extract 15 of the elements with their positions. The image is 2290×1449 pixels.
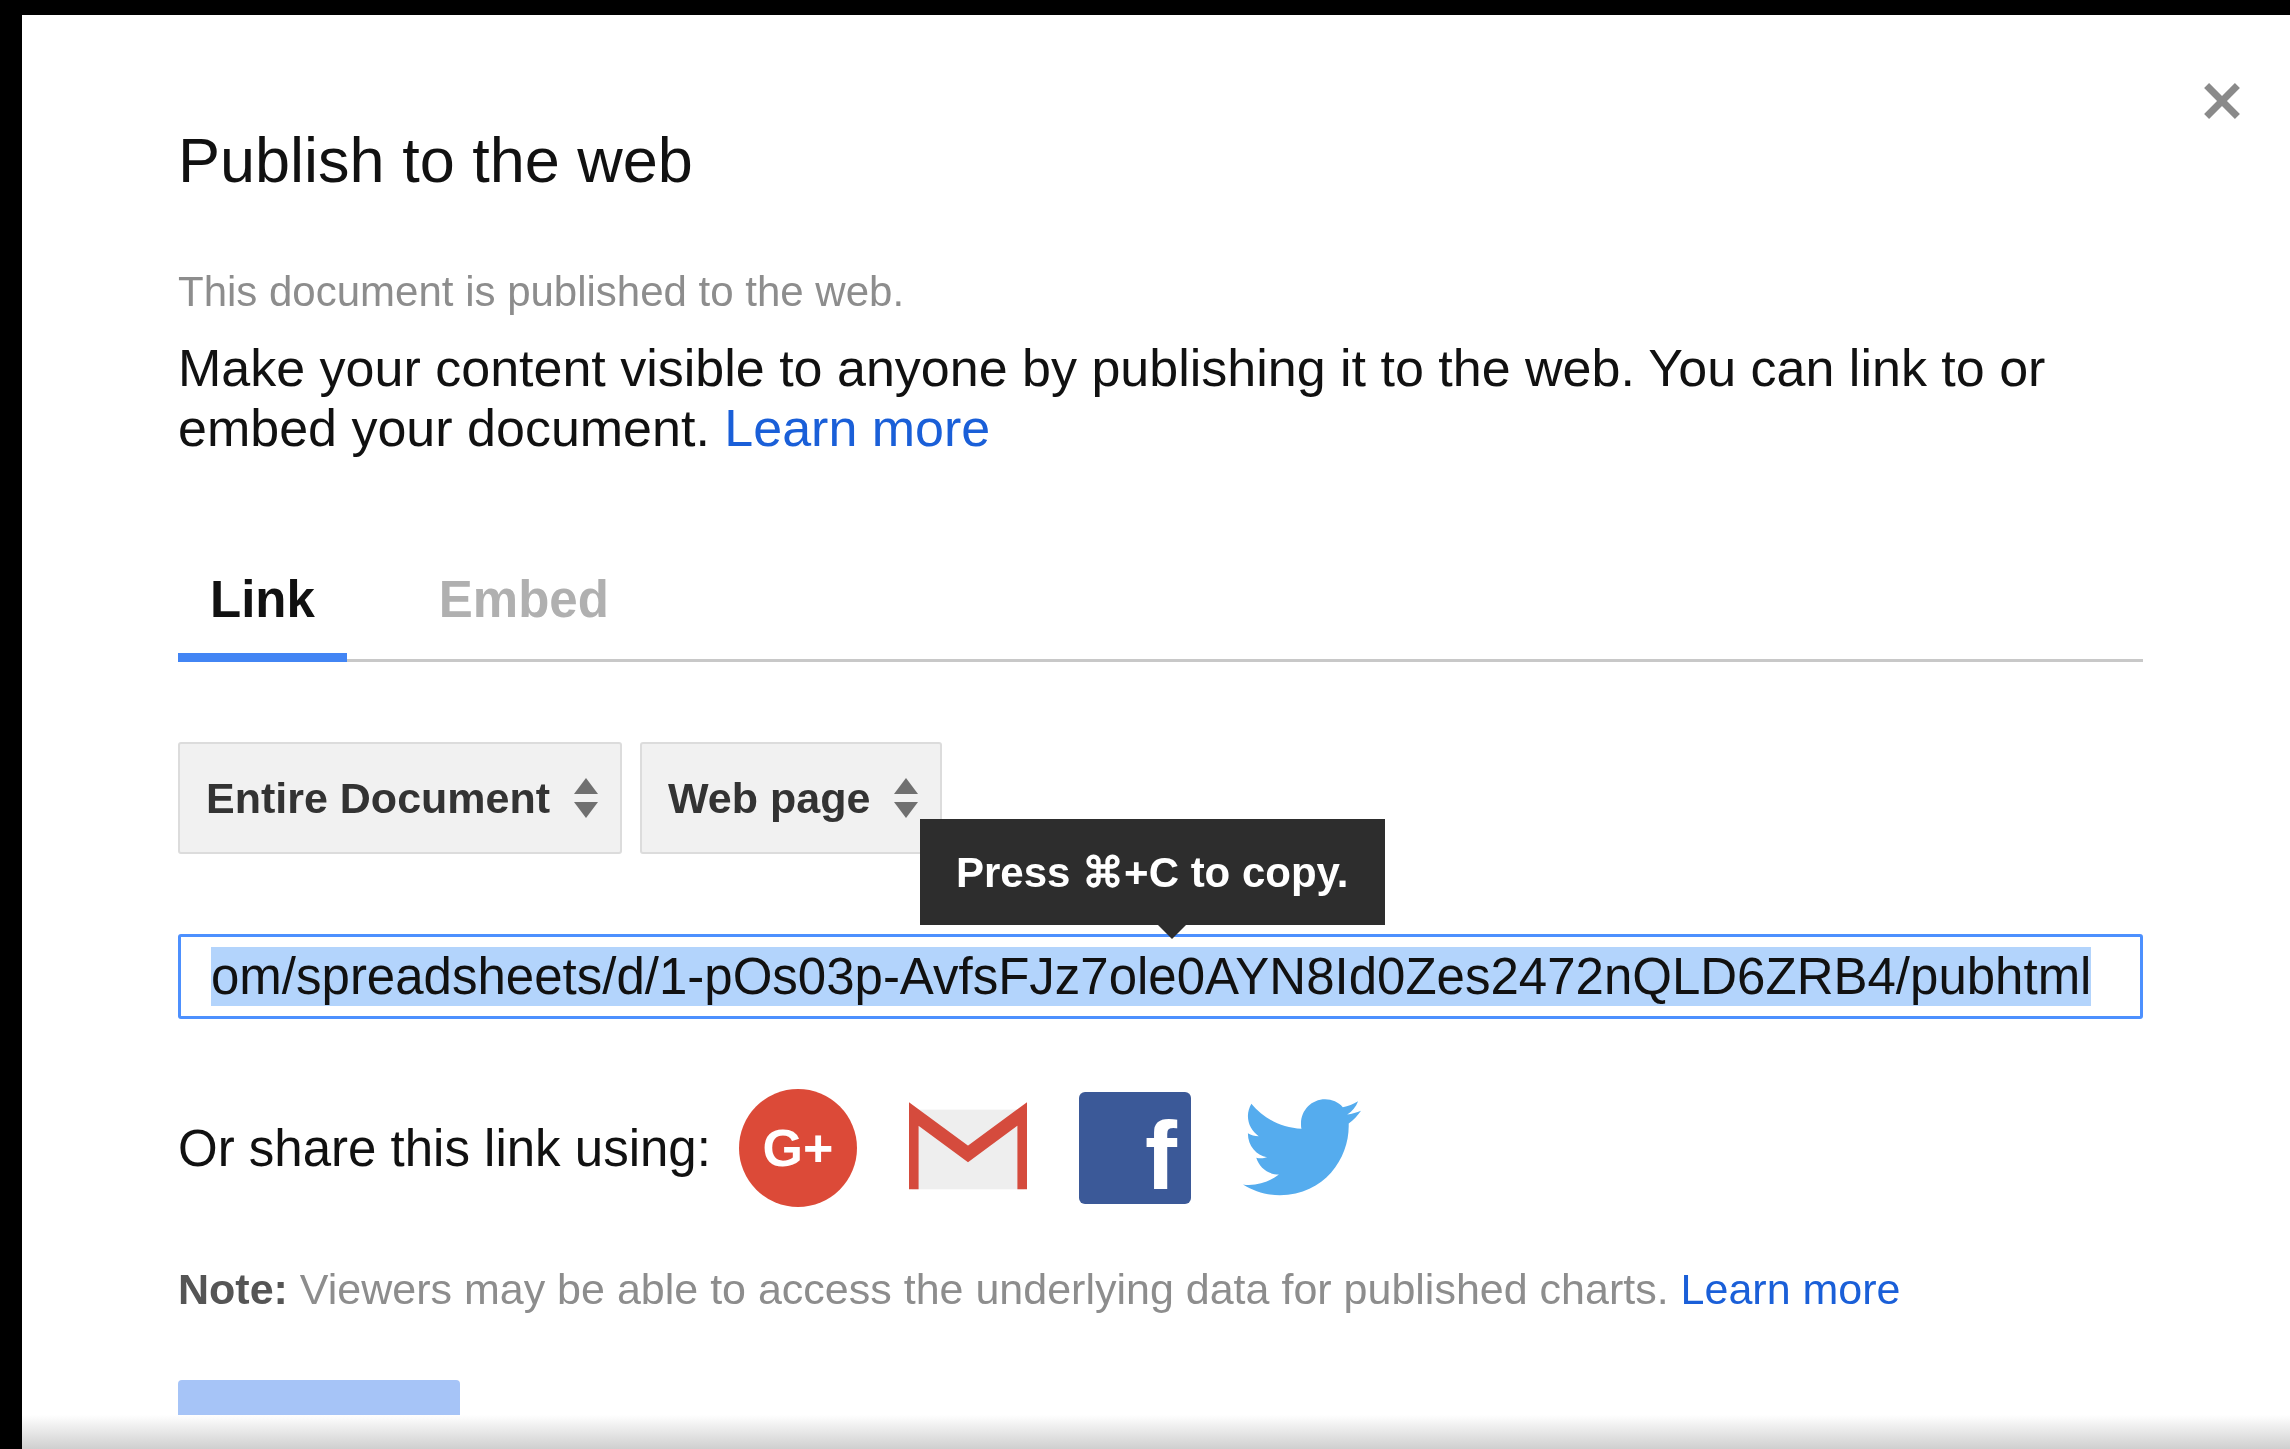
- url-field[interactable]: om/spreadsheets/d/1-pOs03p-AvfsFJz7ole0AYN8Id0Zes2472nQLD6ZRB4/pubhtml: [178, 934, 2143, 1019]
- description-text: Make your content visible to anyone by publishing it to the web. You can link to or embed your document. Learn more: [178, 338, 2047, 458]
- status-text: This document is published to the web.: [178, 268, 906, 316]
- learn-more-link[interactable]: Learn more: [1680, 1265, 1901, 1313]
- dialog-title: Publish to the web: [178, 129, 694, 192]
- tooltip: Press ⌘+C to copy.: [920, 819, 1385, 925]
- google-plus-icon[interactable]: G+: [738, 1089, 857, 1207]
- tab[interactable]: Link: [178, 570, 347, 662]
- share-label: Or share this link using:: [178, 1118, 711, 1178]
- dropdown[interactable]: Web page: [640, 742, 943, 854]
- twitter-bird-icon[interactable]: [1242, 1098, 1361, 1198]
- note-text: Note: Viewers may be able to access the underlying data for published charts. Learn more: [178, 1265, 1902, 1314]
- facebook-icon[interactable]: f: [1078, 1092, 1191, 1204]
- dropdown[interactable]: Entire Document: [178, 742, 623, 854]
- learn-more-link[interactable]: Learn more: [724, 399, 991, 457]
